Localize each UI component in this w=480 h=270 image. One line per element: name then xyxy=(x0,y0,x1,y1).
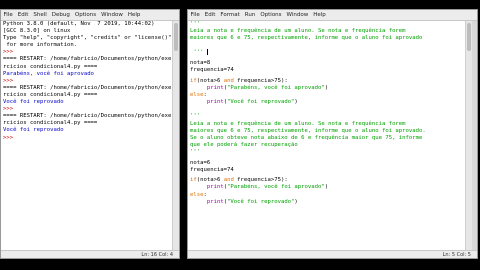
menu-debug[interactable]: Debug xyxy=(49,12,72,18)
shell-scrollbar-thumb[interactable] xyxy=(174,23,178,51)
code-line: Leia a nota e frequência de um aluno. Se… xyxy=(190,28,406,35)
code-line: print("Você foi reprovado") xyxy=(188,199,465,206)
code-token: else xyxy=(190,92,204,99)
menu-file[interactable]: File xyxy=(188,12,202,18)
code-line: ''' xyxy=(190,113,201,120)
code-line: if(nota>6 and frequencia>75): xyxy=(188,78,465,85)
code-token: if xyxy=(190,77,197,84)
code-token: and xyxy=(223,177,234,184)
menu-help[interactable]: Help xyxy=(125,12,143,18)
shell-line: >>> xyxy=(3,49,17,56)
menu-window[interactable]: Window xyxy=(99,12,126,18)
code-line: ''' xyxy=(190,49,208,56)
code-line: else: xyxy=(188,192,465,199)
menu-edit[interactable]: Edit xyxy=(202,12,218,18)
code-line: maiores que 6 e 75, respectivamente, inf… xyxy=(190,35,423,42)
editor-window: File Edit Format Run Options Window Help… xyxy=(187,9,478,259)
code-token: ) xyxy=(294,99,298,106)
code-editor[interactable]: ''' Leia a nota e frequência de um aluno.… xyxy=(188,21,465,250)
code-line: frequencia=74 xyxy=(190,166,234,173)
menu-help[interactable]: Help xyxy=(311,12,329,18)
shell-line: Você foi reprovado xyxy=(3,127,64,134)
code-line: nota=6 xyxy=(190,159,211,166)
editor-status: Ln: 5 Col: 5 xyxy=(188,250,477,258)
code-line: Se o aluno obteve nota abaixo de 6 e fre… xyxy=(190,134,423,141)
text-cursor xyxy=(206,49,208,56)
code-token: print xyxy=(206,99,224,106)
shell-line: Python 3.8.0 (default, Nov 7 2019, 10:44… xyxy=(3,21,155,27)
shell-line: >>> xyxy=(3,134,17,141)
shell-status: Ln: 16 Col: 4 xyxy=(1,250,179,258)
code-token: ) xyxy=(324,84,329,91)
code-token: if xyxy=(190,177,197,184)
code-line: print("Você foi reprovado") xyxy=(188,99,465,106)
code-line: print("Parabéns, você foi aprovado") xyxy=(188,85,465,92)
shell-line: rcicios condicional4.py ==== xyxy=(3,91,98,98)
shell-line: Type "help", "copyright", "credits" or "… xyxy=(3,35,172,42)
code-token: (nota>6 xyxy=(196,77,224,84)
shell-line: ==== RESTART: /home/fabricio/Documentos/… xyxy=(3,113,172,120)
menu-options[interactable]: Options xyxy=(72,12,98,18)
code-line: frequencia=74 xyxy=(190,67,234,74)
code-token: ) xyxy=(294,198,298,205)
menu-shell[interactable]: Shell xyxy=(31,12,49,18)
shell-line: for more information. xyxy=(3,42,78,49)
shell-line: Você foi reprovado xyxy=(3,99,64,106)
shell-line: >>> xyxy=(3,77,17,84)
editor-right-edge xyxy=(472,21,477,250)
code-token: print xyxy=(206,198,224,205)
code-line: Leia a nota e frequência de um aluno. Se… xyxy=(190,120,406,127)
shell-scrollbar[interactable] xyxy=(172,21,179,250)
menu-options[interactable]: Options xyxy=(258,12,284,18)
code-line: maiores que 6 e 75, respectivamente, inf… xyxy=(190,127,426,134)
shell-line: ==== RESTART: /home/fabricio/Documentos/… xyxy=(3,84,172,91)
code-token: print xyxy=(206,84,224,91)
menu-format[interactable]: Format xyxy=(218,12,242,18)
shell-menubar: File Edit Shell Debug Options Window Hel… xyxy=(1,10,179,21)
menu-window[interactable]: Window xyxy=(284,12,311,18)
code-token: : xyxy=(203,92,207,99)
code-token: "Você foi reprovado" xyxy=(227,198,295,205)
code-token: frequencia>75): xyxy=(233,177,288,184)
code-token: "Parabéns, você foi aprovado" xyxy=(227,84,325,91)
menu-run[interactable]: Run xyxy=(242,12,258,18)
code-line: nota=8 xyxy=(190,60,211,67)
shell-line: rcicios condicional4.py ==== xyxy=(3,63,98,70)
shell-line: >>> xyxy=(3,106,17,113)
code-token: print xyxy=(206,184,224,191)
shell-line: ==== RESTART: /home/fabricio/Documentos/… xyxy=(3,56,172,63)
code-token: : xyxy=(203,191,207,198)
code-line: ''' xyxy=(190,148,201,155)
code-token: else xyxy=(190,191,204,198)
menu-edit[interactable]: Edit xyxy=(15,12,31,18)
shell-window: File Edit Shell Debug Options Window Hel… xyxy=(0,9,180,259)
code-token: (nota>6 xyxy=(196,177,224,184)
menu-file[interactable]: File xyxy=(1,12,15,18)
code-token: frequencia>75): xyxy=(233,77,288,84)
code-token: ) xyxy=(324,184,329,191)
code-line: que ele poderá fazer recuperação xyxy=(190,141,298,148)
code-token: "Você foi reprovado" xyxy=(227,99,295,106)
editor-scrollbar[interactable] xyxy=(465,21,472,250)
editor-menubar: File Edit Format Run Options Window Help xyxy=(188,10,477,21)
shell-line: Parabéns, você foi aprovado xyxy=(3,70,94,77)
code-line: print("Parabéns, você foi aprovado") xyxy=(188,184,465,191)
shell-output[interactable]: Python 3.8.0 (default, Nov 7 2019, 10:44… xyxy=(1,21,173,250)
code-token: "Parabéns, você foi aprovado" xyxy=(227,184,325,191)
editor-scrollbar-thumb[interactable] xyxy=(467,23,471,51)
shell-line: [GCC 8.3.0] on linux xyxy=(3,28,71,35)
code-token: and xyxy=(223,77,234,84)
